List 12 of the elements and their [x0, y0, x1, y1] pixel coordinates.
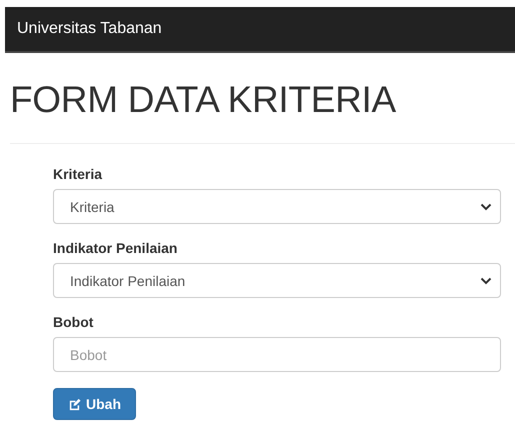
- edit-icon: [68, 398, 81, 410]
- field-label: Bobot: [53, 314, 94, 330]
- chevron-down-icon: [480, 202, 492, 210]
- input-field[interactable]: Bobot: [53, 337, 501, 372]
- submit-button[interactable]: Ubah: [53, 388, 136, 420]
- chevron-down-icon: [480, 276, 492, 284]
- brand-link[interactable]: Universitas Tabanan: [17, 20, 162, 38]
- select-field[interactable]: Kriteria: [53, 189, 501, 224]
- page-title: FORM DATA KRITERIA: [10, 79, 397, 121]
- field-label: Indikator Penilaian: [53, 240, 178, 256]
- select-field[interactable]: Indikator Penilaian: [53, 263, 501, 298]
- field-label: Kriteria: [53, 166, 102, 182]
